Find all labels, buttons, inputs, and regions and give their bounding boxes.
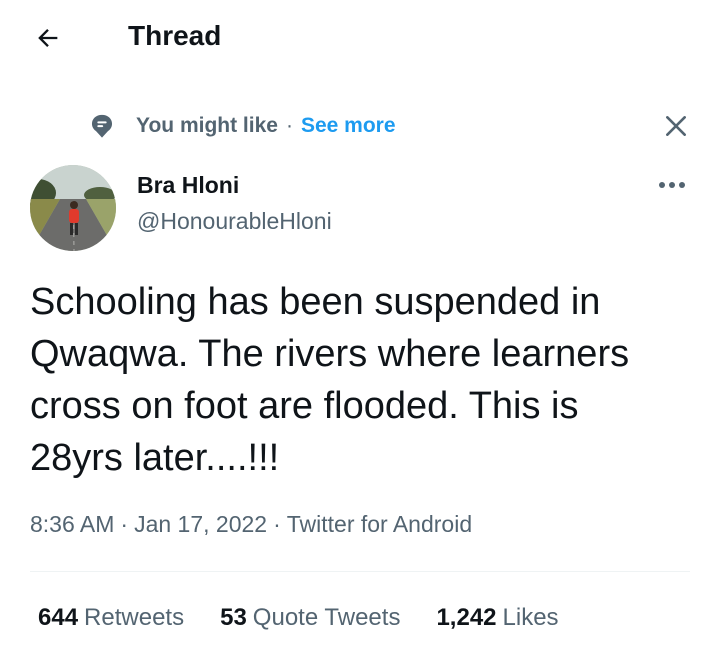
retweets-label: Retweets bbox=[84, 604, 185, 631]
avatar[interactable] bbox=[30, 165, 116, 251]
likes-label: Likes bbox=[502, 604, 559, 631]
separator-dot: · bbox=[273, 511, 281, 537]
likes-stat[interactable]: 1,242 Likes bbox=[436, 604, 558, 632]
suggestion-context: You might like · See more bbox=[88, 108, 396, 144]
likes-count: 1,242 bbox=[436, 604, 497, 631]
tweet-time[interactable]: 8:36 AM bbox=[30, 511, 114, 537]
more-options-button[interactable] bbox=[652, 170, 692, 200]
tweet-text: Schooling has been suspended in Qwaqwa. … bbox=[30, 281, 630, 479]
separator-dot: · bbox=[285, 114, 293, 137]
top-bar: Thread bbox=[0, 0, 720, 72]
tweet-metadata: 8:36 AM · Jan 17, 2022 · Twitter for Android bbox=[30, 506, 472, 542]
retweets-count: 644 bbox=[38, 604, 79, 631]
suggestion-label: You might like bbox=[136, 114, 278, 137]
back-button[interactable] bbox=[28, 18, 68, 58]
page-title: Thread bbox=[128, 20, 222, 51]
tweet-date[interactable]: Jan 17, 2022 bbox=[134, 511, 267, 537]
engagement-stats: 644 Retweets 53 Quote Tweets 1,242 Likes bbox=[38, 600, 595, 636]
dismiss-button[interactable] bbox=[660, 110, 692, 142]
author-handle[interactable]: @HonourableHloni bbox=[137, 206, 332, 236]
close-icon bbox=[666, 116, 686, 136]
arrow-left-icon bbox=[38, 29, 58, 47]
retweets-stat[interactable]: 644 Retweets bbox=[38, 604, 184, 632]
tweet-source[interactable]: Twitter for Android bbox=[287, 511, 472, 537]
more-horizontal-icon bbox=[659, 182, 685, 188]
see-more-link[interactable]: See more bbox=[301, 114, 396, 138]
quote-tweets-count: 53 bbox=[220, 604, 247, 631]
divider bbox=[30, 571, 690, 572]
author-display-name[interactable]: Bra Hloni bbox=[137, 170, 239, 200]
quote-tweets-label: Quote Tweets bbox=[252, 604, 401, 631]
chat-bubble-icon bbox=[88, 112, 116, 140]
quote-tweets-stat[interactable]: 53 Quote Tweets bbox=[220, 604, 400, 632]
separator-dot: · bbox=[120, 511, 129, 537]
